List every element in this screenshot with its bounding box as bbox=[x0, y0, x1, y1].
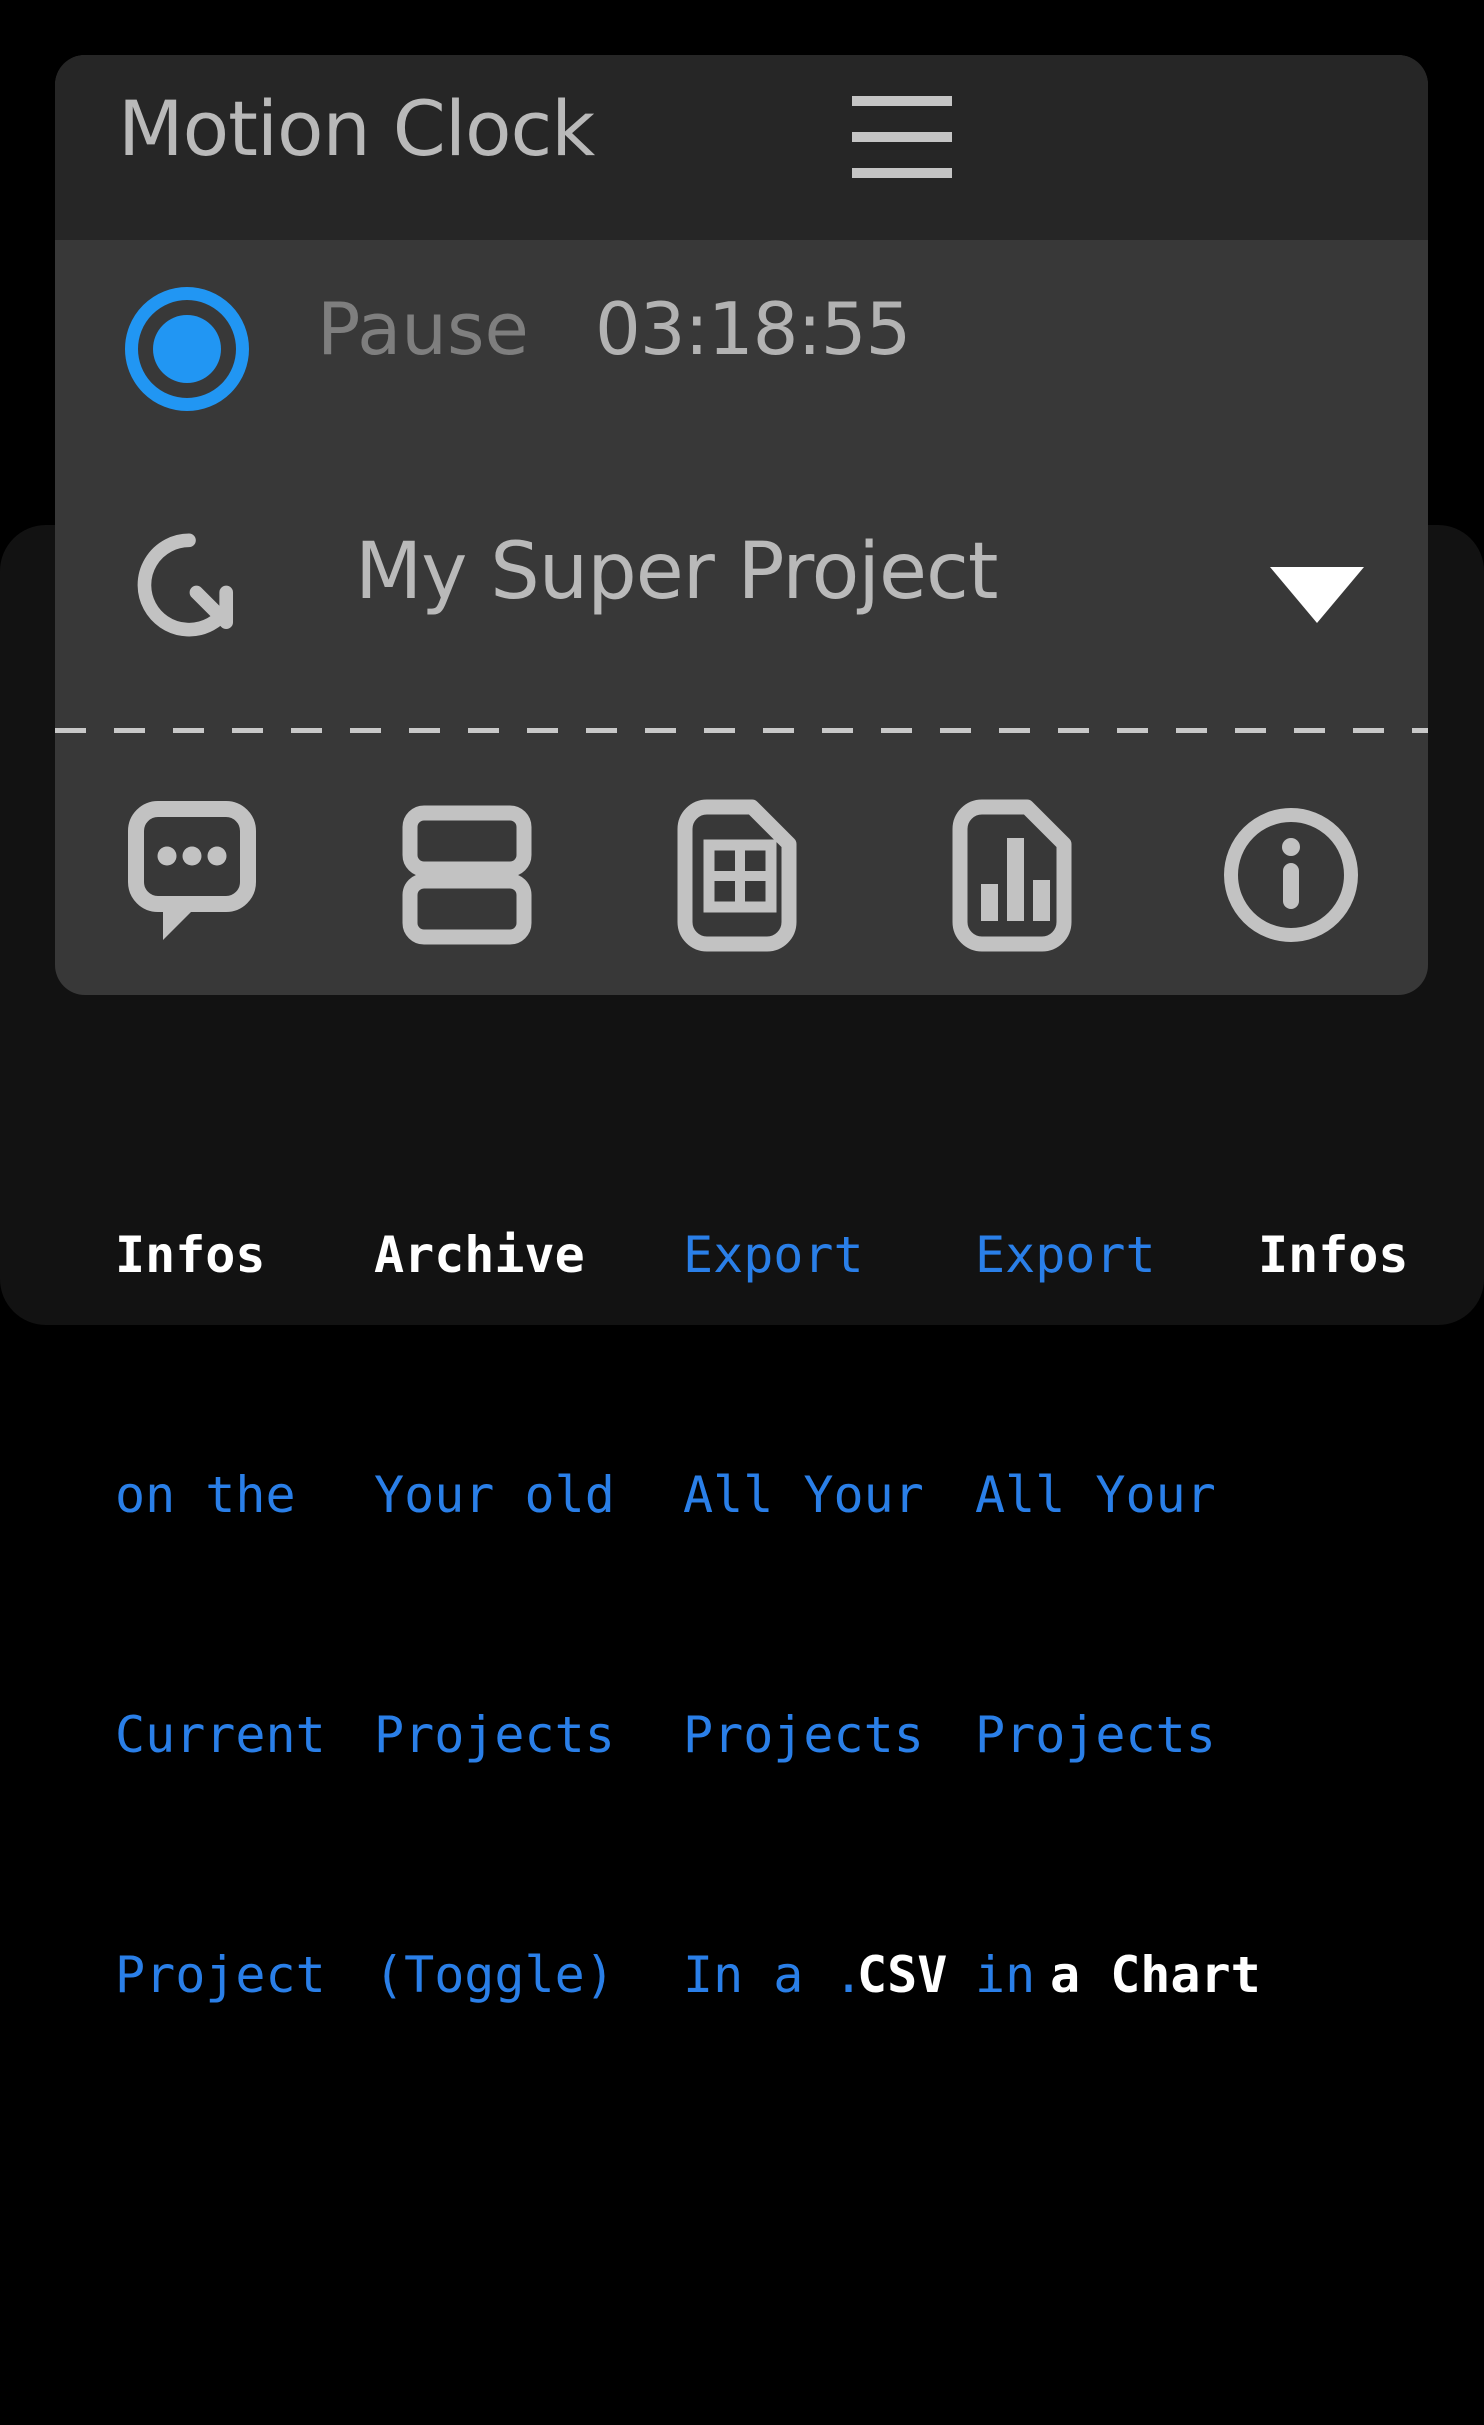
menu-bar-3 bbox=[852, 168, 952, 178]
caption-cell: Projects bbox=[683, 1705, 924, 1765]
caption-cell: In a . bbox=[683, 1945, 864, 2005]
caption-row: Infos Archive Export Export Infos bbox=[0, 1225, 1484, 1285]
caption-cell: Projects bbox=[374, 1705, 615, 1765]
project-name-label[interactable]: My Super Project bbox=[355, 533, 997, 611]
info-circle-icon bbox=[1221, 805, 1361, 945]
caption-row: Project (Toggle) In a . CSV in a Chart bbox=[0, 1945, 1484, 2005]
stacked-rows-icon bbox=[402, 800, 532, 950]
bar-chart-document-icon bbox=[951, 798, 1081, 953]
dashed-separator bbox=[55, 728, 1428, 733]
rotate-clockwise-icon[interactable] bbox=[127, 523, 251, 647]
record-dot bbox=[153, 315, 221, 383]
export-chart-button[interactable] bbox=[879, 775, 1154, 975]
widget-toolbar bbox=[55, 755, 1428, 995]
comment-bubble-icon bbox=[127, 800, 257, 950]
caption-cell: Archive bbox=[374, 1225, 585, 1285]
export-csv-button[interactable] bbox=[604, 775, 879, 975]
caption-cell: Export bbox=[975, 1225, 1156, 1285]
infos-current-project-button[interactable] bbox=[55, 775, 330, 975]
caption-cell: on the bbox=[115, 1465, 296, 1525]
page-title: Motion Clock bbox=[118, 91, 594, 167]
motion-clock-widget: Motion Clock Pause 03:18:55 My Super Pro… bbox=[55, 55, 1428, 995]
chevron-down-icon[interactable] bbox=[1270, 567, 1364, 623]
caption-cell-csv: CSV bbox=[857, 1945, 947, 2005]
hamburger-menu-icon[interactable] bbox=[847, 82, 957, 192]
infos-button[interactable] bbox=[1153, 775, 1428, 975]
project-row: My Super Project bbox=[55, 495, 1428, 675]
caption-cell: Your old bbox=[374, 1465, 615, 1525]
widget-header: Motion Clock bbox=[55, 55, 1428, 240]
timer-row: Pause 03:18:55 bbox=[55, 240, 1428, 425]
caption-row: Current Projects Projects Projects bbox=[0, 1705, 1484, 1765]
caption-cell: Projects bbox=[975, 1705, 1216, 1765]
spreadsheet-document-icon bbox=[676, 798, 806, 953]
caption-cell: Infos bbox=[115, 1225, 266, 1285]
caption-cell: All Your bbox=[683, 1465, 924, 1525]
caption-cell: All Your bbox=[975, 1465, 1216, 1525]
timer-state-label: Pause bbox=[317, 293, 529, 365]
caption-cell: Current bbox=[115, 1705, 326, 1765]
caption-cell: Infos bbox=[1258, 1225, 1409, 1285]
menu-bar-2 bbox=[852, 132, 952, 142]
caption-cell: Project bbox=[115, 1945, 326, 2005]
menu-bar-1 bbox=[852, 96, 952, 106]
caption-row: on the Your old All Your All Your bbox=[0, 1465, 1484, 1525]
caption-cell: (Toggle) bbox=[374, 1945, 615, 2005]
archive-old-projects-button[interactable] bbox=[330, 775, 605, 975]
caption-legend: Infos Archive Export Export Infos on the… bbox=[0, 1045, 1484, 1345]
timer-elapsed-value: 03:18:55 bbox=[595, 293, 910, 365]
caption-cell: in bbox=[975, 1945, 1035, 2005]
record-radio-icon[interactable] bbox=[125, 287, 249, 411]
caption-cell-chart: a Chart bbox=[1050, 1945, 1261, 2005]
caption-cell: Export bbox=[683, 1225, 864, 1285]
